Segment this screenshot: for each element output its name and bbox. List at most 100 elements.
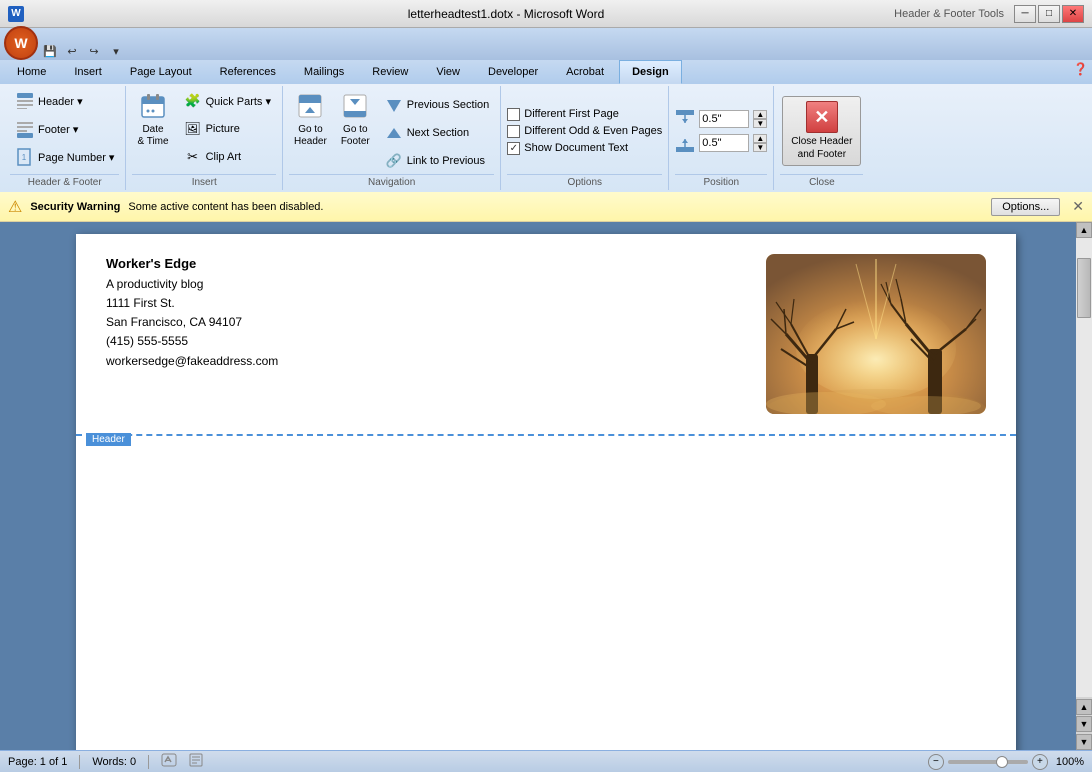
security-warning-icon: ⚠ — [8, 197, 22, 217]
maximize-button[interactable]: □ — [1038, 5, 1060, 23]
diff-odd-even-checkbox[interactable] — [507, 125, 520, 138]
zoom-thumb[interactable] — [996, 756, 1008, 768]
document-body[interactable] — [76, 436, 1016, 750]
title-bar: W letterheadtest1.dotx - Microsoft Word … — [0, 0, 1092, 28]
picture-button[interactable]: 🖼 Picture — [178, 116, 276, 142]
tab-references[interactable]: References — [207, 60, 289, 84]
group-navigation: Go toHeader Go toFooter — [283, 86, 501, 190]
document-header: Worker's Edge A productivity blog 1111 F… — [76, 234, 1016, 436]
footer-icon — [15, 119, 35, 139]
group-insert: Date& Time 🧩 Quick Parts ▾ 🖼 Picture ✂ C… — [126, 86, 283, 190]
scroll-down2-button[interactable]: ▼ — [1076, 716, 1092, 732]
footer-pos-up[interactable]: ▲ — [753, 134, 767, 143]
picture-label: Picture — [206, 123, 240, 135]
show-doc-text-checkbox[interactable] — [507, 142, 520, 155]
zoom-area: − + 100% — [928, 754, 1084, 770]
group-header-footer: Header ▾ Footer ▾ 1 Page Number ▾ Header… — [4, 86, 126, 190]
close-header-footer-button[interactable]: ✕ Close Headerand Footer — [782, 96, 861, 166]
clip-art-button[interactable]: ✂ Clip Art — [178, 144, 276, 170]
zoom-out-button[interactable]: − — [928, 754, 944, 770]
tab-insert-label: Insert — [74, 66, 102, 78]
footer-button[interactable]: Footer ▾ — [10, 116, 119, 142]
spell-check-icon — [161, 753, 177, 767]
company-city: San Francisco, CA 94107 — [106, 313, 278, 332]
office-button[interactable]: W — [4, 26, 38, 60]
company-address1: 1111 First St. — [106, 294, 278, 313]
scrollbar-track[interactable] — [1076, 238, 1092, 697]
header-position-spinners: ▲ ▼ — [753, 110, 767, 128]
tab-mailings[interactable]: Mailings — [291, 60, 357, 84]
tab-view[interactable]: View — [423, 60, 473, 84]
tab-acrobat[interactable]: Acrobat — [553, 60, 617, 84]
ribbon-content: Header ▾ Footer ▾ 1 Page Number ▾ Header… — [0, 84, 1092, 192]
footer-position-value: 0.5" — [702, 137, 721, 149]
security-close-button[interactable]: ✕ — [1072, 198, 1084, 215]
diff-first-page-checkbox[interactable] — [507, 108, 520, 121]
next-section-icon — [384, 123, 404, 143]
header-pos-up[interactable]: ▲ — [753, 110, 767, 119]
status-bar: Page: 1 of 1 Words: 0 − + 100% — [0, 750, 1092, 772]
tab-view-label: View — [436, 66, 460, 78]
diff-odd-even-label: Different Odd & Even Pages — [524, 125, 662, 137]
footer-pos-down[interactable]: ▼ — [753, 143, 767, 152]
scroll-up2-button[interactable]: ▲ — [1076, 699, 1092, 715]
header-position-input[interactable]: 0.5" — [699, 110, 749, 128]
company-phone: (415) 555-5555 — [106, 332, 278, 351]
company-name: Worker's Edge — [106, 254, 278, 275]
go-to-footer-label: Go toFooter — [341, 124, 370, 148]
zoom-in-button[interactable]: + — [1032, 754, 1048, 770]
go-to-footer-button[interactable]: Go toFooter — [336, 88, 375, 153]
page-number-button[interactable]: 1 Page Number ▾ — [10, 144, 119, 170]
company-email: workersedge@fakeaddress.com — [106, 352, 278, 371]
go-to-header-label: Go toHeader — [294, 124, 327, 148]
scrollbar-thumb[interactable] — [1077, 258, 1091, 318]
doc-icon — [189, 753, 209, 767]
header-footer-tools-label: Header & Footer Tools — [894, 8, 1004, 20]
page-number-label: Page Number ▾ — [38, 151, 114, 164]
clip-art-label: Clip Art — [206, 151, 241, 163]
save-quick-btn[interactable]: 💾 — [40, 42, 60, 60]
company-tagline: A productivity blog — [106, 275, 278, 294]
tab-insert[interactable]: Insert — [61, 60, 115, 84]
close-window-button[interactable]: ✕ — [1062, 5, 1084, 23]
zoom-slider[interactable] — [948, 760, 1028, 764]
date-time-button[interactable]: Date& Time — [132, 88, 173, 153]
header-button[interactable]: Header ▾ — [10, 88, 119, 114]
link-to-previous-label: Link to Previous — [407, 155, 485, 167]
tab-home-label: Home — [17, 66, 46, 78]
header-pos-down[interactable]: ▼ — [753, 119, 767, 128]
redo-quick-btn[interactable]: ↪ — [84, 42, 104, 60]
tab-developer[interactable]: Developer — [475, 60, 551, 84]
previous-section-button[interactable]: Previous Section — [379, 92, 495, 118]
link-to-previous-icon: 🔗 — [384, 151, 404, 171]
header-position-row: 0.5" ▲ ▼ — [675, 109, 767, 129]
tab-design[interactable]: Design — [619, 60, 682, 84]
scroll-down-button[interactable]: ▼ — [1076, 734, 1092, 750]
minimize-button[interactable]: ─ — [1014, 5, 1036, 23]
security-options-button[interactable]: Options... — [991, 198, 1060, 216]
group-options: Different First Page Different Odd & Eve… — [501, 86, 669, 190]
tab-home[interactable]: Home — [4, 60, 59, 84]
go-to-header-button[interactable]: Go toHeader — [289, 88, 332, 153]
tab-review[interactable]: Review — [359, 60, 421, 84]
letterhead-image — [766, 254, 986, 414]
ribbon-help-btn[interactable]: ❓ — [1069, 60, 1092, 84]
undo-quick-btn[interactable]: ↩ — [62, 42, 82, 60]
picture-icon: 🖼 — [183, 119, 203, 139]
quick-parts-button[interactable]: 🧩 Quick Parts ▾ — [178, 88, 276, 114]
group-position: 0.5" ▲ ▼ 0.5" ▲ ▼ — [669, 86, 774, 190]
footer-label: Footer ▾ — [38, 123, 78, 136]
close-hf-icon: ✕ — [806, 101, 838, 133]
scroll-up-button[interactable]: ▲ — [1076, 222, 1092, 238]
language-indicator — [161, 753, 177, 770]
tab-page-layout[interactable]: Page Layout — [117, 60, 205, 84]
customize-quick-btn[interactable]: ▾ — [106, 42, 126, 60]
tab-design-label: Design — [632, 66, 669, 78]
diff-first-page-label: Different First Page — [524, 108, 619, 120]
footer-position-input[interactable]: 0.5" — [699, 134, 749, 152]
link-to-previous-button[interactable]: 🔗 Link to Previous — [379, 148, 495, 174]
next-section-button[interactable]: Next Section — [379, 120, 495, 146]
group-position-label: Position — [675, 174, 767, 188]
status-sep-1 — [79, 755, 80, 769]
show-doc-text-label: Show Document Text — [524, 142, 628, 154]
